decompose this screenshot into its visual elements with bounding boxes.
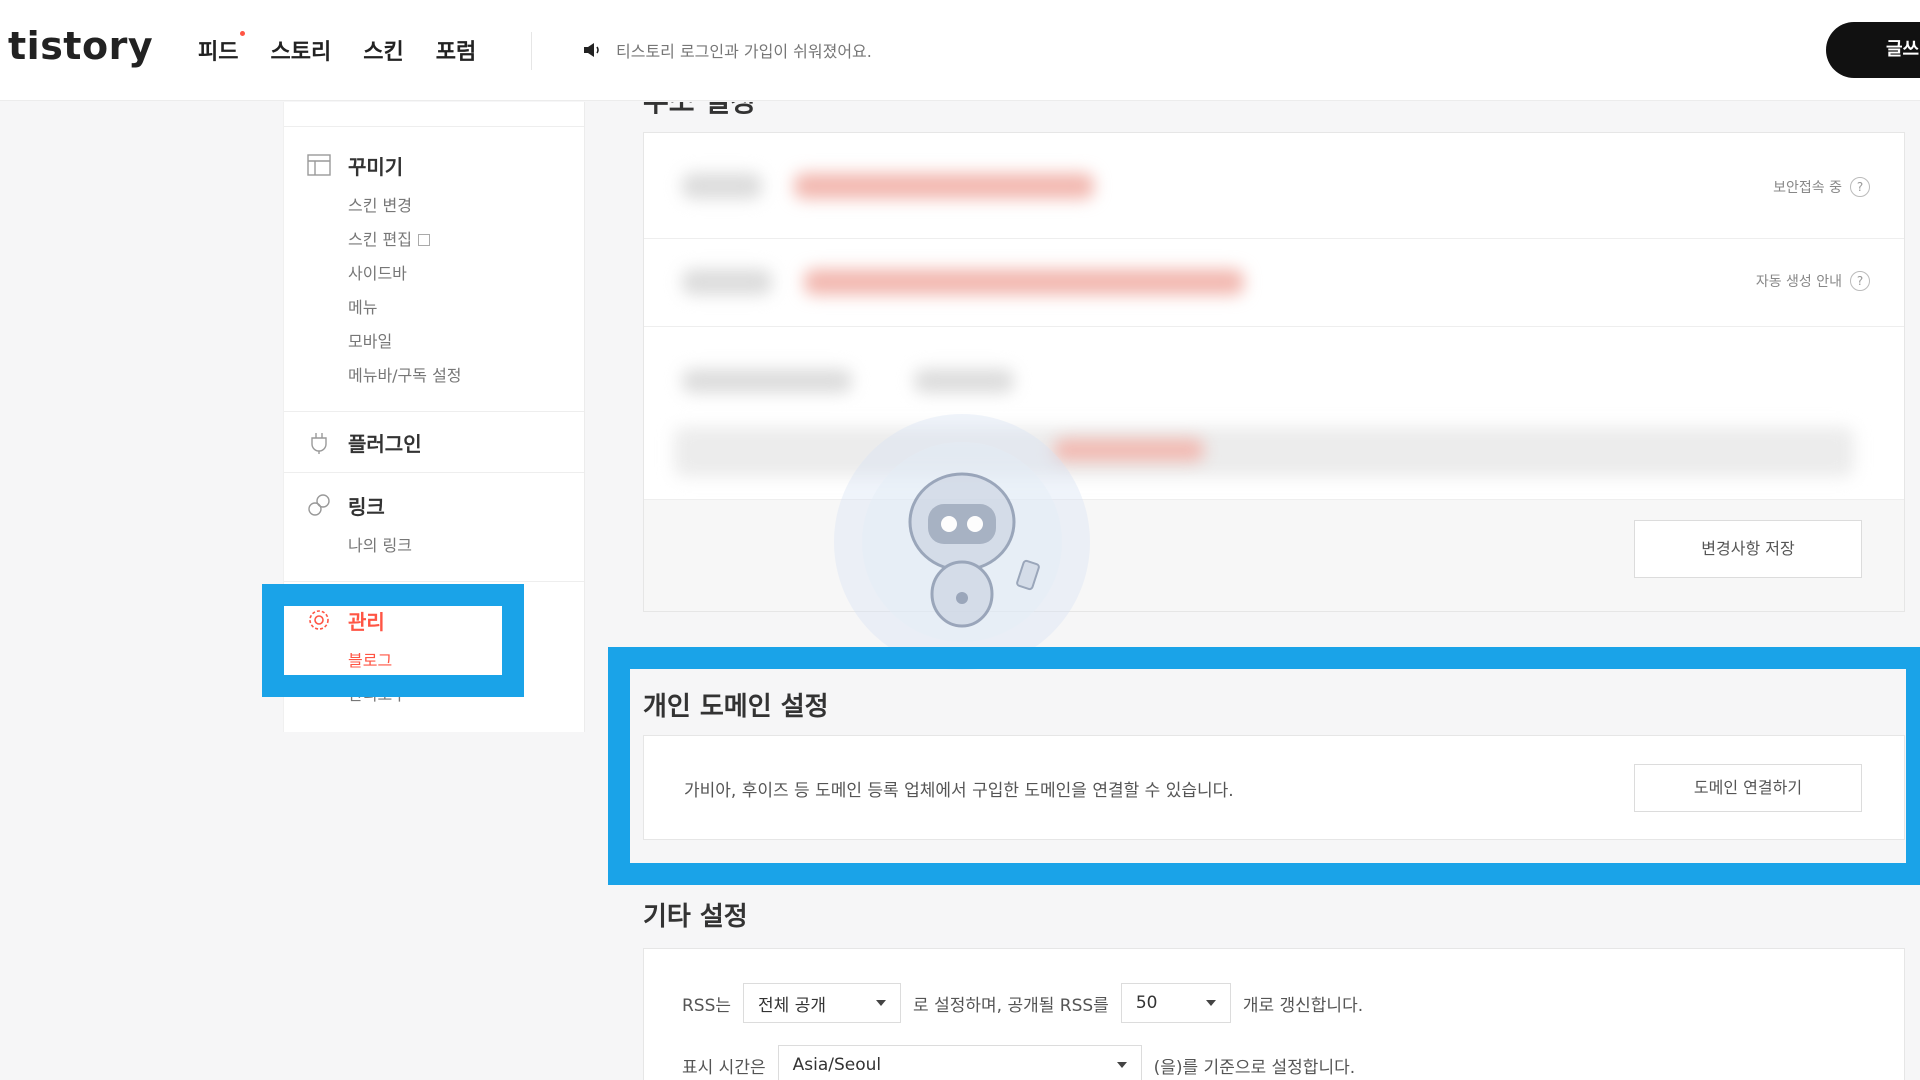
sidebar-section-plugin: 플러그인 (284, 412, 584, 473)
blurred-address-value (1054, 439, 1204, 461)
timezone-prefix: 표시 시간은 (682, 1057, 766, 1078)
nav-skin-label: 스킨 (363, 40, 404, 65)
etc-settings-card: RSS는 전체 공개 로 설정하며, 공개될 RSS를 50 개로 갱신합니다.… (643, 948, 1905, 1080)
chevron-down-icon (876, 1000, 887, 1006)
sidebar-item-label: 링크 (348, 494, 385, 519)
highlight-box-domain (608, 647, 1920, 885)
sidebar-item-label: 플러그인 (348, 431, 422, 456)
auto-generated-text: 자동 생성 안내 (1755, 274, 1842, 290)
top-header: tistory 피드 스토리 스킨 포럼 티스토리 로그인과 가입이 쉬워졌어요… (0, 0, 1920, 101)
nav-forum-label: 포럼 (435, 40, 477, 65)
nav-forum[interactable]: 포럼 (436, 34, 476, 66)
nav-story-label: 스토리 (270, 40, 332, 65)
blurred-address-value (804, 269, 1244, 295)
help-icon[interactable]: ? (1850, 271, 1870, 291)
rss-scope-value: 전체 공개 (758, 995, 827, 1016)
address-row-1: 보안접속 중 ? (644, 133, 1904, 239)
chevron-down-icon (1205, 1000, 1216, 1006)
nav-story[interactable]: 스토리 (270, 34, 331, 66)
submenu-menu[interactable]: 메뉴 (348, 291, 584, 325)
chevron-down-icon (1116, 1062, 1127, 1068)
timezone-value: Asia/Seoul (792, 1055, 882, 1075)
timezone-setting-row: 표시 시간은 Asia/Seoul (을)를 기준으로 설정합니다. (682, 1045, 1355, 1080)
speaker-icon (584, 43, 599, 57)
address-row-3 (644, 327, 1904, 497)
robot-mascot-watermark (834, 414, 1090, 670)
header-divider (531, 32, 532, 70)
blurred-label (682, 173, 762, 199)
rss-scope-select[interactable]: 전체 공개 (743, 983, 902, 1023)
submenu-menubar-subscribe[interactable]: 메뉴바/구독 설정 (348, 359, 584, 393)
submenu-sidebar[interactable]: 사이드바 (348, 257, 584, 291)
highlight-box-manage (262, 584, 524, 697)
notice-banner[interactable]: 티스토리 로그인과 가입이 쉬워졌어요. (582, 38, 872, 62)
blurred-label (914, 369, 1014, 393)
nav-feed[interactable]: 피드 (198, 31, 246, 66)
rss-suffix: 개로 갱신합니다. (1242, 995, 1364, 1016)
submenu-my-link[interactable]: 나의 링크 (348, 529, 584, 563)
new-dot-icon (240, 31, 246, 36)
sidebar-item-decorate[interactable]: 꾸미기 (306, 149, 584, 181)
nav-skin[interactable]: 스킨 (363, 34, 403, 66)
etc-section-title: 기타 설정 (643, 902, 748, 932)
decorate-submenu: 스킨 변경 스킨 편집 사이드바 메뉴 모바일 메뉴바/구독 설정 (306, 189, 584, 393)
blurred-label (682, 269, 772, 295)
sidebar-section-link: 링크 나의 링크 (284, 473, 584, 582)
external-link-icon (417, 234, 430, 246)
submenu-skin-edit-label: 스킨 편집 (348, 230, 412, 249)
blurred-label (682, 369, 852, 393)
secure-connection-note[interactable]: 보안접속 중 ? (1773, 177, 1870, 197)
tistory-logo[interactable]: tistory (8, 24, 153, 68)
sidebar-item-plugin[interactable]: 플러그인 (306, 426, 584, 458)
rss-count-value: 50 (1135, 993, 1158, 1013)
timezone-select[interactable]: Asia/Seoul (777, 1045, 1142, 1080)
notice-text: 티스토리 로그인과 가입이 쉬워졌어요. (616, 42, 872, 61)
sidebar-top-divider (284, 102, 584, 127)
secure-connection-text: 보안접속 중 (1773, 180, 1842, 196)
auto-generated-note[interactable]: 자동 생성 안내 ? (1756, 271, 1870, 291)
address-row-2: 자동 생성 안내 ? (644, 239, 1904, 327)
rss-setting-row: RSS는 전체 공개 로 설정하며, 공개될 RSS를 50 개로 갱신합니다. (682, 983, 1363, 1023)
sidebar-item-label: 꾸미기 (348, 154, 404, 179)
sidebar-section-decorate: 꾸미기 스킨 변경 스킨 편집 사이드바 메뉴 모바일 메뉴바/구독 설정 (284, 127, 584, 412)
link-submenu: 나의 링크 (306, 529, 584, 563)
blurred-input (674, 427, 1854, 477)
submenu-skin-edit[interactable]: 스킨 편집 (348, 223, 584, 257)
blurred-address-value (794, 173, 1094, 199)
submenu-mobile[interactable]: 모바일 (348, 325, 584, 359)
rss-prefix: RSS는 (682, 995, 732, 1016)
nav-feed-label: 피드 (198, 40, 239, 65)
write-button[interactable]: 글쓰 (1826, 22, 1920, 78)
timezone-suffix: (을)를 기준으로 설정합니다. (1153, 1057, 1356, 1078)
layout-icon (307, 154, 331, 176)
submenu-skin-change[interactable]: 스킨 변경 (348, 189, 584, 223)
rss-middle-text: 로 설정하며, 공개될 RSS를 (913, 995, 1109, 1016)
link-icon (308, 494, 330, 516)
plug-icon (311, 433, 327, 454)
help-icon[interactable]: ? (1850, 177, 1870, 197)
save-changes-button[interactable]: 변경사항 저장 (1634, 520, 1862, 578)
global-nav: 피드 스토리 스킨 포럼 (198, 31, 508, 66)
sidebar-item-link[interactable]: 링크 (306, 489, 584, 521)
rss-count-select[interactable]: 50 (1120, 983, 1231, 1023)
